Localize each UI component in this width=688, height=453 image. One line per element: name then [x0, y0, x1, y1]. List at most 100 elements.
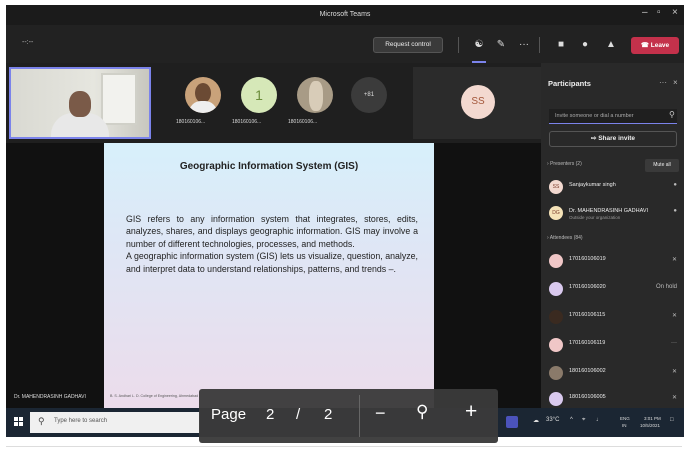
- participants-icon[interactable]: ☯: [472, 38, 486, 52]
- panel-title: Participants: [548, 79, 591, 88]
- attendees-section-header[interactable]: › Attendees (84): [547, 235, 583, 241]
- avatar: [549, 282, 563, 296]
- temperature[interactable]: 33°C: [546, 417, 559, 423]
- attendee-name: 170160106119: [569, 340, 606, 346]
- avatar: [549, 366, 563, 380]
- participants-panel: Participants ··· × Invite someone or dia…: [541, 63, 684, 408]
- participant-row-name: Sanjaykumar singh: [569, 182, 616, 188]
- screenshot-frame: Microsoft Teams – ▫ × --:-- Request cont…: [0, 0, 688, 453]
- mic-off-icon: ✕: [671, 395, 677, 401]
- person-head: [69, 91, 91, 117]
- clock-time[interactable]: 3:01 PM: [644, 416, 661, 421]
- taskbar-search-input[interactable]: ⚲ Type here to search: [30, 412, 200, 433]
- close-icon[interactable]: ×: [672, 7, 678, 18]
- participant-avatar: 1: [241, 77, 277, 113]
- presenters-section-header[interactable]: › Presenters (2): [547, 161, 582, 167]
- more-participants-tile[interactable]: +81: [344, 73, 394, 131]
- current-page-input[interactable]: 2: [266, 406, 274, 423]
- request-control-button[interactable]: Request control: [373, 37, 443, 53]
- zoom-icon[interactable]: ⚲: [416, 402, 428, 422]
- presentation-slide: Geographic Information System (GIS) GIS …: [104, 143, 434, 408]
- participant-tile[interactable]: 180160106...: [288, 73, 340, 131]
- slide-title: Geographic Information System (GIS): [179, 161, 359, 172]
- attendee-row[interactable]: 170160106119 ···: [547, 335, 681, 355]
- taskbar-search-placeholder: Type here to search: [54, 418, 108, 424]
- more-actions-icon[interactable]: ···: [517, 38, 531, 52]
- chat-icon[interactable]: ✎: [494, 38, 508, 52]
- more-count: +81: [351, 77, 387, 113]
- camera-off-icon[interactable]: ■: [554, 38, 568, 52]
- shared-content-area: Geographic Information System (GIS) GIS …: [6, 143, 541, 408]
- toolbar-divider: [458, 37, 459, 53]
- share-tray-icon[interactable]: ▲: [604, 38, 618, 52]
- search-icon[interactable]: ⚲: [669, 110, 675, 119]
- presenter-video[interactable]: [9, 67, 151, 139]
- attendee-name: 170160106020: [569, 284, 606, 290]
- teams-taskbar-icon[interactable]: [506, 416, 518, 428]
- page-separator: /: [296, 406, 301, 423]
- invite-input[interactable]: Invite someone or dial a number: [549, 109, 677, 124]
- meeting-timer: --:--: [22, 39, 34, 46]
- attendee-row[interactable]: 170160106019 ✕: [547, 251, 681, 271]
- slide-body: GIS refers to any information system tha…: [126, 213, 418, 275]
- slide-paragraph: GIS refers to any information system tha…: [126, 214, 418, 249]
- participant-avatar: [297, 77, 333, 113]
- participant-name: 180160106...: [176, 119, 206, 125]
- share-invite-button[interactable]: ⇨ Share invite: [549, 131, 677, 147]
- maximize-icon[interactable]: ▫: [657, 7, 661, 18]
- attendee-row[interactable]: 170160106115 ✕: [547, 307, 681, 327]
- avatar: SS: [549, 180, 563, 194]
- mute-all-button[interactable]: Mute all: [645, 159, 679, 172]
- microphone-icon[interactable]: ●: [578, 38, 592, 52]
- attendee-row[interactable]: 180160106005 ✕: [547, 389, 681, 409]
- attendee-row[interactable]: 170160106020 On hold: [547, 279, 681, 299]
- page-label: Page: [211, 406, 247, 423]
- microphone-icon: ●: [673, 182, 677, 188]
- zoom-out-button[interactable]: −: [375, 403, 386, 424]
- avatar: [549, 310, 563, 324]
- leave-button[interactable]: ☎ Leave: [631, 37, 679, 54]
- mic-off-icon: ✕: [671, 257, 677, 263]
- volume-icon[interactable]: ♩: [596, 417, 602, 423]
- attendee-name: 180160106005: [569, 394, 606, 400]
- panel-close-icon[interactable]: ×: [673, 78, 678, 87]
- participant-tile-ss[interactable]: SS: [413, 67, 541, 139]
- clock-date[interactable]: 10/5/2021: [640, 423, 660, 428]
- meeting-toolbar: --:-- Request control ☯ ✎ ··· ■ ● ▲ ☎ Le…: [6, 25, 684, 63]
- leave-label: Leave: [650, 42, 670, 49]
- avatar: [549, 392, 563, 406]
- language-indicator[interactable]: ENG: [620, 416, 630, 421]
- microphone-icon: ●: [673, 208, 677, 214]
- participant-name: 180160106...: [288, 119, 318, 125]
- participant-row-subtitle: Outside your organization: [569, 215, 621, 220]
- participant-name: 180160106...: [232, 119, 262, 125]
- attendee-row[interactable]: 180160106002 ✕: [547, 363, 681, 383]
- avatar: [549, 338, 563, 352]
- participant-row[interactable]: SS Sanjaykumar singh ●: [547, 177, 681, 197]
- weather-icon[interactable]: ☁: [533, 417, 539, 424]
- participant-avatar-ss: SS: [461, 85, 495, 119]
- zoom-in-button[interactable]: +: [465, 400, 477, 424]
- avatar: DG: [549, 206, 563, 220]
- minimize-icon[interactable]: –: [642, 7, 648, 18]
- mic-off-icon: ✕: [671, 313, 677, 319]
- participant-avatar: [185, 77, 221, 113]
- participants-active-indicator: [472, 61, 486, 63]
- network-icon[interactable]: ⌖: [582, 417, 585, 424]
- participant-tile[interactable]: 180160106...: [176, 73, 228, 131]
- participant-tile[interactable]: 1 180160106...: [232, 73, 284, 131]
- more-options-icon[interactable]: ···: [671, 340, 677, 346]
- toolbar-divider: [539, 37, 540, 53]
- participant-row[interactable]: DG Dr. MAHENDRASINH GADHAVI Outside your…: [547, 203, 681, 223]
- attendee-status: On hold: [655, 284, 677, 290]
- slide-footer: B. S. Andhari L. D. College of Engineeri…: [110, 394, 199, 398]
- video-window-frame: [101, 73, 137, 125]
- notifications-icon[interactable]: □: [670, 417, 674, 423]
- panel-more-icon[interactable]: ···: [659, 78, 667, 87]
- bottom-divider: [6, 446, 682, 447]
- attendee-name: 180160106002: [569, 368, 606, 374]
- language-region[interactable]: IN: [622, 423, 627, 428]
- presenter-name-label: Dr. MAHENDRASINH GADHAVI: [14, 394, 86, 400]
- tray-chevron-icon[interactable]: ^: [570, 417, 573, 423]
- windows-start-icon[interactable]: [14, 417, 24, 427]
